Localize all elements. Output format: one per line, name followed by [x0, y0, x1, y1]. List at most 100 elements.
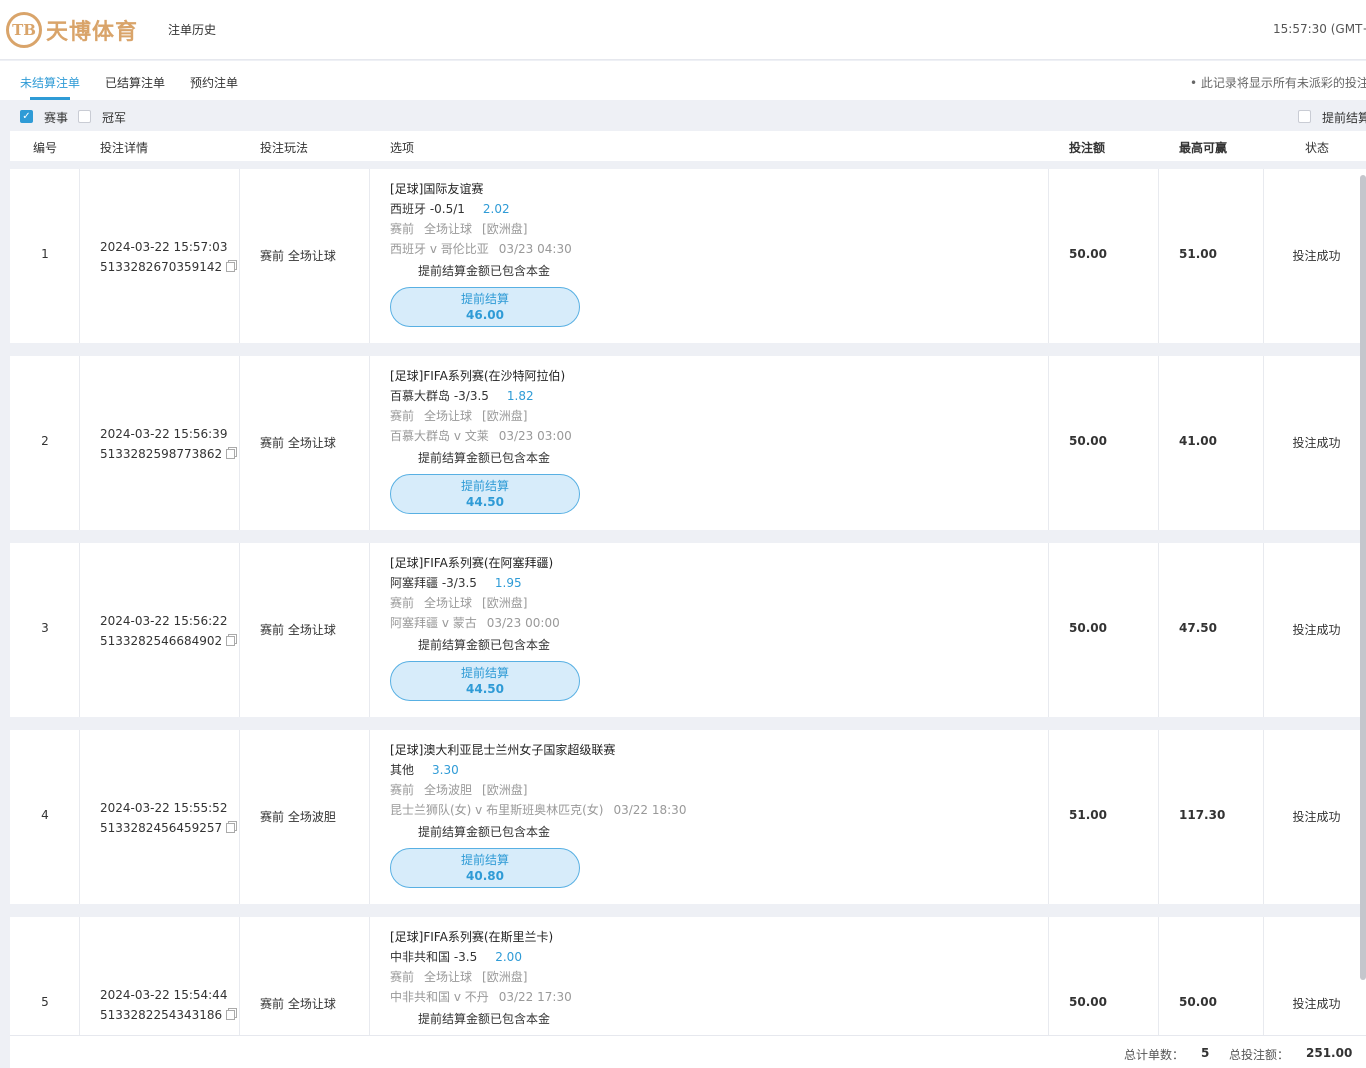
bet-selection: [足球]FIFA系列赛(在斯里兰卡) 中非共和国 -3.5 2.00 赛前 全场让球… [390, 927, 582, 1035]
odds-format: [欧洲盘] [482, 970, 528, 984]
bet-number: 5 [41, 995, 49, 1009]
bet-id: 5133282546684902 [100, 634, 223, 648]
cashout-note: 提前结算金额已包含本金 [418, 638, 551, 652]
match-name: 阿塞拜疆 v 蒙古 [390, 616, 477, 630]
cashout-button[interactable]: 提前结算 40.80 [390, 848, 580, 888]
cell-divider [1158, 543, 1159, 717]
max-win-amount: 117.30 [1179, 808, 1226, 822]
cell-divider [369, 917, 370, 1035]
stake-amount: 51.00 [1069, 808, 1107, 822]
bet-details: 2024-03-22 15:55:52 5133282456459257 [100, 798, 236, 838]
status-badge: 投注成功 [1292, 623, 1341, 637]
bet-number: 3 [41, 621, 49, 635]
cashout-label: 提前结算 [460, 292, 509, 306]
outright-label: 冠军 [102, 111, 127, 125]
cell-divider [1158, 730, 1159, 904]
cashout-amount: 46.00 [466, 308, 504, 322]
match-time: 03/23 00:00 [486, 616, 560, 630]
cashout-button[interactable]: 提前结算 44.50 [390, 661, 580, 701]
max-win-amount: 51.00 [1179, 247, 1217, 261]
count-value: 5 [1201, 1046, 1210, 1060]
cell-divider [239, 356, 240, 530]
cell-divider [239, 917, 240, 1035]
table-header: 编号 投注详情 投注玩法 选项 投注额 最高可赢 状态 [10, 131, 1366, 161]
market-phase: 赛前 [390, 783, 415, 797]
odds-format: [欧洲盘] [482, 596, 528, 610]
market-type: 全场让球 [424, 409, 473, 423]
cashout-button[interactable]: 提前结算 46.00 [390, 287, 580, 327]
col-bet-type: 投注玩法 [260, 141, 309, 155]
cell-divider [369, 169, 370, 343]
events-checkbox[interactable]: ✓ [20, 110, 33, 123]
market-phase: 赛前 [390, 970, 415, 984]
cell-divider [1158, 917, 1159, 1035]
cashout-filter-checkbox[interactable] [1298, 110, 1311, 123]
odds: 2.02 [482, 202, 510, 216]
league-name: [足球]FIFA系列赛(在沙特阿拉伯) [390, 369, 566, 383]
bet-number: 4 [41, 808, 49, 822]
status-badge: 投注成功 [1292, 436, 1341, 450]
market-phase: 赛前 [390, 596, 415, 610]
table-row-3: 3 2024-03-22 15:56:22 5133282546684902 赛… [10, 543, 1366, 717]
cell-divider [1158, 169, 1159, 343]
top-bar: TB 天博体育 注单历史 15:57:30 (GMT+8 [0, 0, 1366, 60]
odds: 1.95 [494, 576, 522, 590]
cashout-button[interactable]: 提前结算 44.50 [390, 474, 580, 514]
cell-divider [1048, 730, 1049, 904]
cell-divider [239, 730, 240, 904]
bet-type: 赛前 全场让球 [260, 623, 336, 637]
cashout-note: 提前结算金额已包含本金 [418, 1012, 551, 1026]
bet-details: 2024-03-22 15:56:22 5133282546684902 [100, 611, 236, 651]
match-name: 西班牙 v 哥伦比亚 [390, 242, 489, 256]
copy-icon[interactable] [226, 636, 236, 646]
odds-format: [欧洲盘] [482, 222, 528, 236]
match-time: 03/23 04:30 [498, 242, 572, 256]
table-row-1: 1 2024-03-22 15:57:03 5133282670359142 赛… [10, 169, 1366, 343]
stake-amount: 50.00 [1069, 621, 1107, 635]
max-win-amount: 47.50 [1179, 621, 1217, 635]
pick: 西班牙 -0.5/1 [390, 202, 465, 216]
cashout-amount: 40.80 [466, 869, 504, 883]
cell-divider [369, 730, 370, 904]
league-name: [足球]澳大利亚昆士兰州女子国家超级联赛 [390, 743, 616, 757]
tab-reserved[interactable]: 预约注单 [190, 74, 238, 91]
bet-time: 2024-03-22 15:55:52 [100, 801, 228, 815]
odds: 1.82 [506, 389, 534, 403]
cell-divider [1048, 169, 1049, 343]
cell-divider [369, 543, 370, 717]
match-name: 昆士兰狮队(女) v 布里斯班奥林匹克(女) [390, 803, 604, 817]
copy-icon[interactable] [226, 1010, 236, 1020]
match-time: 03/22 17:30 [498, 990, 572, 1004]
copy-icon[interactable] [226, 449, 236, 459]
market-type: 全场波胆 [424, 783, 473, 797]
bet-time: 2024-03-22 15:56:22 [100, 614, 228, 628]
outright-checkbox[interactable] [78, 110, 91, 123]
status-badge: 投注成功 [1292, 249, 1341, 263]
market-phase: 赛前 [390, 409, 415, 423]
total-label: 总投注额： [1229, 1048, 1290, 1062]
odds-format: [欧洲盘] [482, 783, 528, 797]
copy-icon[interactable] [226, 262, 236, 272]
logo-icon: TB [6, 12, 42, 48]
bet-type: 赛前 全场让球 [260, 436, 336, 450]
cell-divider [1048, 356, 1049, 530]
scrollbar[interactable] [1360, 175, 1366, 980]
cell-divider [1263, 917, 1264, 1035]
cell-divider [239, 169, 240, 343]
bet-number: 1 [41, 247, 49, 261]
logo[interactable]: TB 天博体育 [6, 10, 138, 50]
bet-time: 2024-03-22 15:57:03 [100, 240, 228, 254]
bet-number: 2 [41, 434, 49, 448]
tab-settled[interactable]: 已结算注单 [105, 74, 165, 91]
bet-type: 赛前 全场波胆 [260, 810, 336, 824]
col-status: 状态 [1305, 141, 1330, 155]
bet-id: 5133282598773862 [100, 447, 223, 461]
cell-divider [79, 917, 80, 1035]
cashout-note: 提前结算金额已包含本金 [418, 264, 551, 278]
cashout-note: 提前结算金额已包含本金 [418, 825, 551, 839]
stake-amount: 50.00 [1069, 995, 1107, 1009]
copy-icon[interactable] [226, 823, 236, 833]
tab-unsettled[interactable]: 未结算注单 [20, 74, 80, 91]
col-selection: 选项 [390, 141, 415, 155]
col-max-win: 最高可赢 [1179, 141, 1228, 155]
